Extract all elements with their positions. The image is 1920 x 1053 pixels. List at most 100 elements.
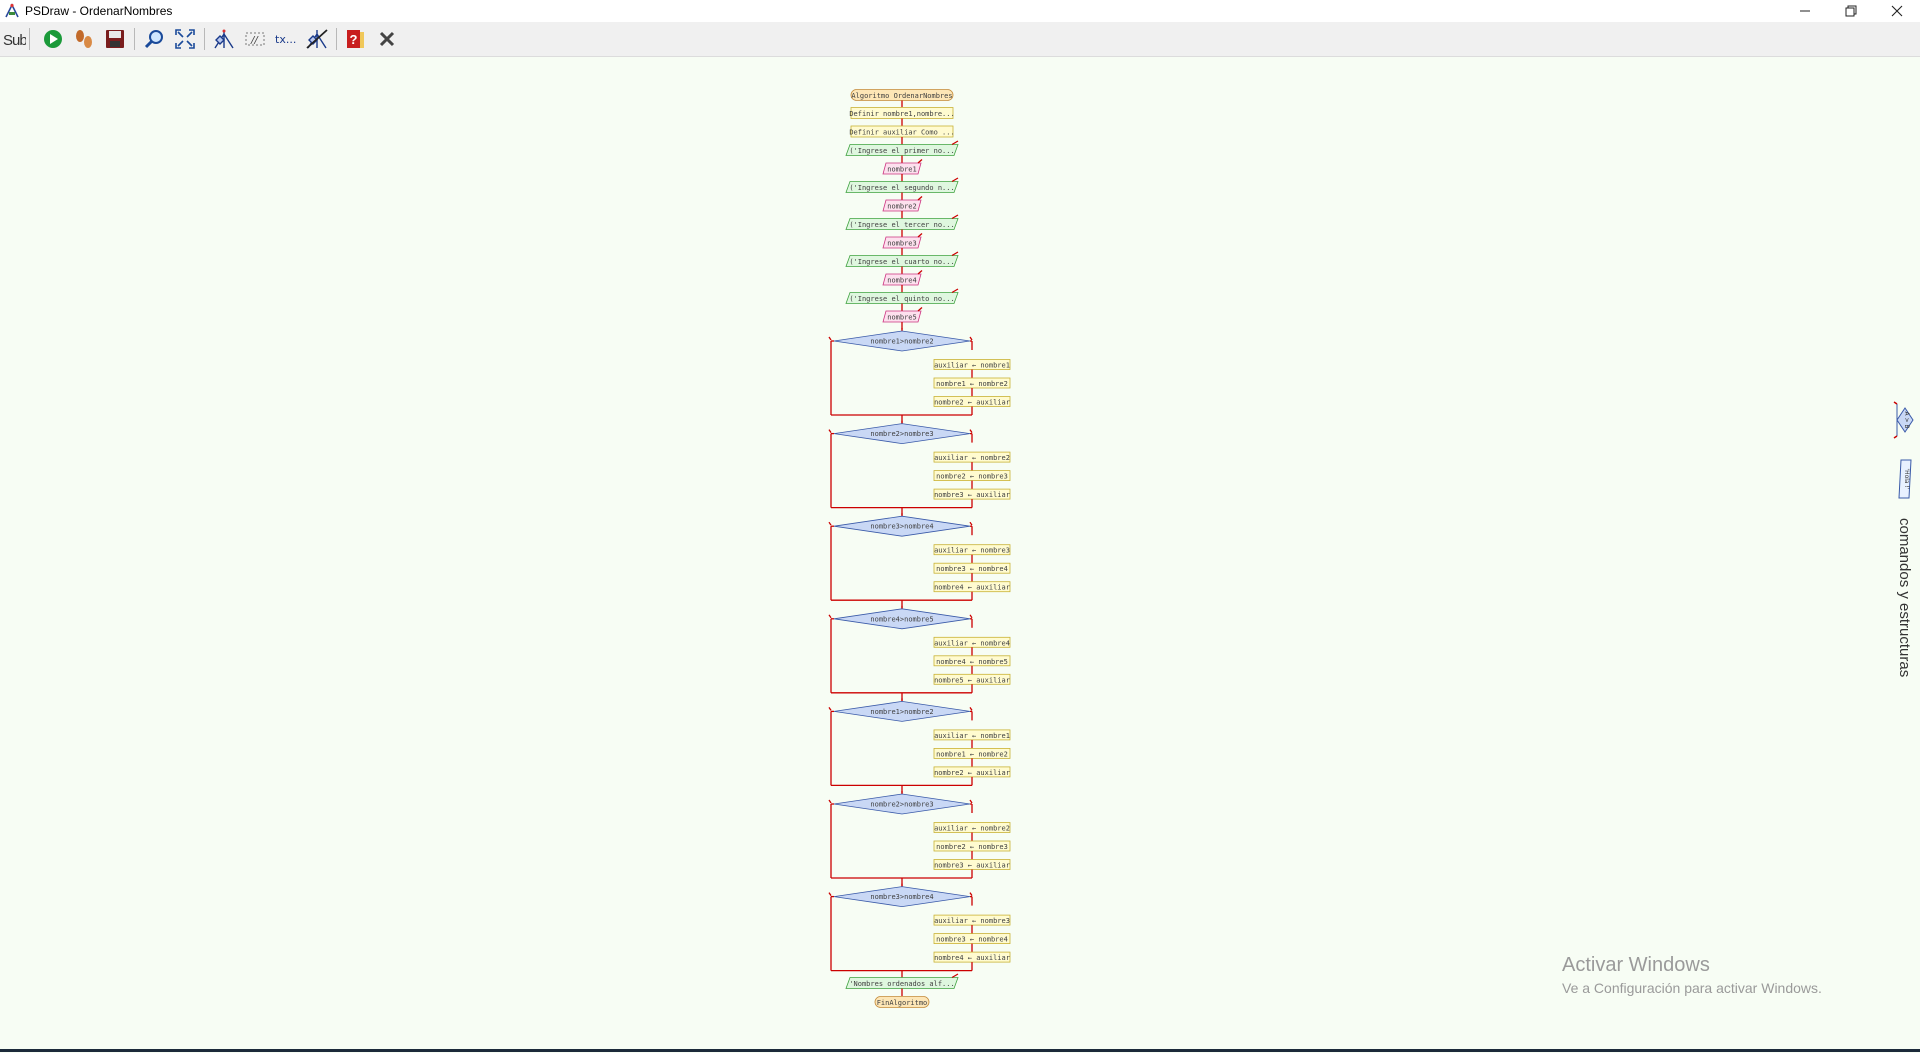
expand-icon [175, 29, 195, 49]
assignment-label: auxiliar ← nombre3 [934, 547, 1010, 555]
input-label: nombre1 [887, 166, 917, 174]
output-label: ('Ingrese el segundo n... [849, 184, 954, 192]
watermark-subtitle: Ve a Configuración para activar Windows. [1562, 980, 1822, 996]
connector-line [969, 892, 973, 896]
assignment-label: nombre3 ← nombre4 [936, 936, 1008, 944]
crossed-button[interactable] [304, 26, 330, 52]
close-diagram-button[interactable] [374, 26, 400, 52]
close-window-button[interactable] [1874, 0, 1920, 22]
assignment-label: auxiliar ← nombre2 [934, 454, 1010, 462]
svg-text:?: ? [350, 32, 358, 47]
flowchart-icon [214, 29, 234, 49]
text-button[interactable]: tx... [273, 26, 299, 52]
assignment-label: nombre2 ← nombre3 [936, 473, 1008, 481]
toolbar-separator [29, 28, 30, 50]
help-button[interactable]: ? [343, 26, 369, 52]
zoom-button[interactable] [141, 26, 167, 52]
decision-label: nombre3>nombre4 [870, 893, 933, 901]
text-icon: tx... [275, 33, 296, 46]
toolbar: Sub // tx... ? [0, 22, 1920, 57]
save-button[interactable] [102, 26, 128, 52]
comments-label: // [250, 35, 259, 46]
start-label: Algoritmo OrdenarNombres [851, 92, 952, 100]
assignment-label: nombre1 ← nombre2 [936, 750, 1008, 758]
comments-icon: // [245, 32, 265, 46]
fit-button[interactable] [172, 26, 198, 52]
connector-line [828, 707, 832, 711]
watermark-title: Activar Windows [1562, 954, 1710, 976]
step-button[interactable] [71, 26, 97, 52]
connector-line [951, 140, 959, 146]
run-button[interactable] [40, 26, 66, 52]
connector-line [951, 288, 959, 294]
connector-line [828, 799, 832, 804]
restore-button[interactable] [1828, 0, 1874, 22]
connector-line [969, 521, 973, 526]
decision-label: nombre2>nombre3 [870, 430, 933, 438]
connector-line [917, 270, 923, 275]
connector-line [828, 336, 832, 341]
connector-line [917, 233, 923, 238]
output-label: ('Ingrese el primer no... [849, 147, 954, 155]
connector-line [969, 429, 973, 433]
help-icon: ? [347, 30, 364, 48]
connector-line [951, 973, 959, 979]
decision-label: nombre3>nombre4 [870, 523, 933, 531]
input-label: nombre3 [887, 240, 917, 248]
title-bar: PSDraw - OrdenarNombres [0, 0, 1920, 22]
assignment-label: nombre2 ← auxiliar [934, 399, 1010, 407]
output-label: ('Ingrese el cuarto no... [849, 258, 954, 266]
definition-label: Definir auxiliar Como ... [849, 129, 954, 137]
magnifier-icon [144, 30, 163, 49]
input-label: nombre2 [887, 203, 917, 211]
assignment-label: auxiliar ← nombre3 [934, 917, 1010, 925]
decision-label: nombre1>nombre2 [870, 708, 933, 716]
psdraw-app-icon [5, 3, 19, 18]
commands-panel-label[interactable]: comandos y estructuras [1896, 518, 1913, 677]
comments-button[interactable]: // [242, 26, 268, 52]
connector-line [917, 307, 923, 312]
assignment-label: nombre4 ← auxiliar [934, 584, 1010, 592]
connector-line [828, 892, 832, 896]
decision-label: nombre2>nombre3 [870, 801, 933, 809]
diagram-canvas[interactable]: Algoritmo OrdenarNombres Definir nombre1,… [0, 56, 1920, 1049]
window-title: PSDraw - OrdenarNombres [25, 4, 173, 18]
side-panel-mini-shapes: A > B 'Hola !' [1893, 401, 1914, 499]
connector-line [917, 159, 923, 164]
assignment-label: nombre3 ← nombre4 [936, 565, 1008, 573]
x-icon [379, 31, 395, 47]
floppy-icon [106, 30, 124, 48]
assignment-label: nombre4 ← auxiliar [934, 954, 1010, 962]
assignment-label: auxiliar ← nombre1 [934, 362, 1010, 370]
assignment-label: nombre3 ← auxiliar [934, 491, 1010, 499]
output-label: ('Ingrese el tercer no... [849, 221, 954, 229]
connector-line [951, 251, 959, 257]
assignment-label: nombre3 ← auxiliar [934, 862, 1010, 870]
close-icon [1891, 5, 1903, 17]
toolbar-separator [134, 28, 135, 50]
text-button-label: tx... [275, 33, 296, 46]
crossed-diagram-icon [306, 29, 328, 49]
toolbar-separator [204, 28, 205, 50]
minimize-button[interactable] [1782, 0, 1828, 22]
play-icon [44, 30, 62, 48]
connector-line [828, 614, 832, 619]
mini-decision-label: A > B [1903, 411, 1910, 428]
style-button[interactable] [211, 26, 237, 52]
connector-line [917, 196, 923, 201]
restore-icon [1845, 5, 1857, 17]
decision-label: nombre1>nombre2 [870, 338, 933, 346]
final-output-label: 'Nombres ordenados alf... [849, 980, 954, 988]
sub-button[interactable]: Sub [1, 26, 27, 52]
flowchart: Algoritmo OrdenarNombres Definir nombre1,… [828, 89, 1011, 1008]
minimize-icon [1800, 10, 1810, 12]
connector-line [969, 707, 973, 711]
assignment-label: auxiliar ← nombre1 [934, 732, 1010, 740]
sub-icon: Sub [3, 32, 26, 49]
decision-label: nombre4>nombre5 [870, 615, 933, 623]
commands-side-panel[interactable]: A > B 'Hola !' comandos y estructuras [1892, 400, 1920, 700]
definition-label: Definir nombre1,nombre... [849, 110, 954, 118]
connector-line [969, 799, 973, 804]
assignment-label: auxiliar ← nombre2 [934, 825, 1010, 833]
connector-line [969, 614, 973, 619]
